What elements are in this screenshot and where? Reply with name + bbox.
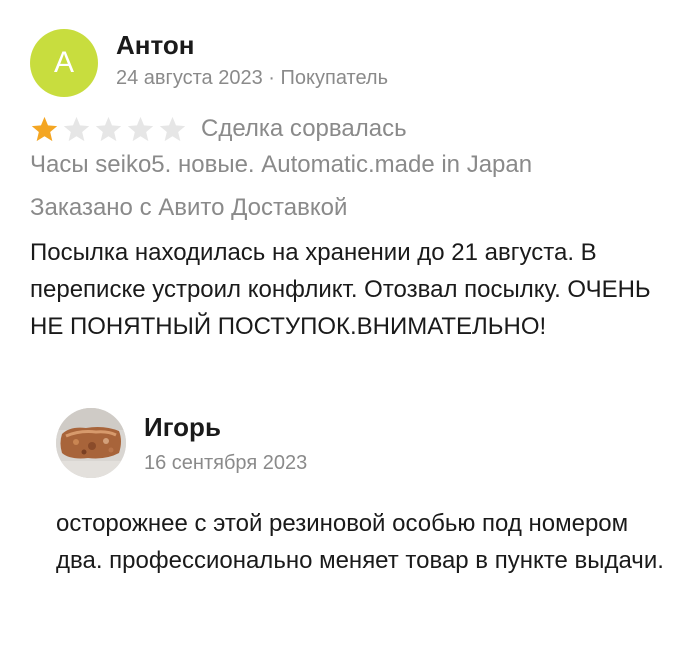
meta-separator: · — [268, 67, 275, 89]
deal-status: Сделка сорвалась — [201, 115, 407, 142]
item-title[interactable]: Часы seiko5. новые. Automatic.made in Ja… — [30, 151, 532, 179]
star-empty-icon — [127, 116, 154, 141]
delivery-info: Заказано с Авито Доставкой — [30, 194, 348, 221]
replier-avatar[interactable] — [56, 408, 126, 478]
review-card: А Антон 24 августа 2023 · Покупатель Сде… — [0, 0, 700, 659]
reviewer-avatar-initial: А — [53, 46, 74, 79]
replier-name[interactable]: Игорь — [144, 412, 221, 443]
reply-text: осторожнее с этой резиновой особью под н… — [56, 510, 664, 574]
star-filled-icon — [31, 116, 58, 141]
reviewer-avatar[interactable]: А — [30, 29, 98, 97]
review-date: 24 августа 2023 — [116, 67, 263, 89]
reviewer-name[interactable]: Антон — [116, 30, 194, 61]
star-empty-icon — [63, 116, 90, 141]
rating-row: Сделка сорвалась — [30, 114, 407, 144]
star-empty-icon — [159, 116, 186, 141]
review-text: Посылка находилась на хранении до 21 авг… — [30, 239, 651, 340]
review-meta: 24 августа 2023 · Покупатель — [116, 67, 388, 90]
reply-date: 16 сентября 2023 — [144, 452, 308, 474]
star-empty-icon — [95, 116, 122, 141]
reviewer-role: Покупатель — [280, 67, 389, 89]
replier-avatar-image — [56, 408, 126, 478]
star-rating — [30, 115, 187, 144]
